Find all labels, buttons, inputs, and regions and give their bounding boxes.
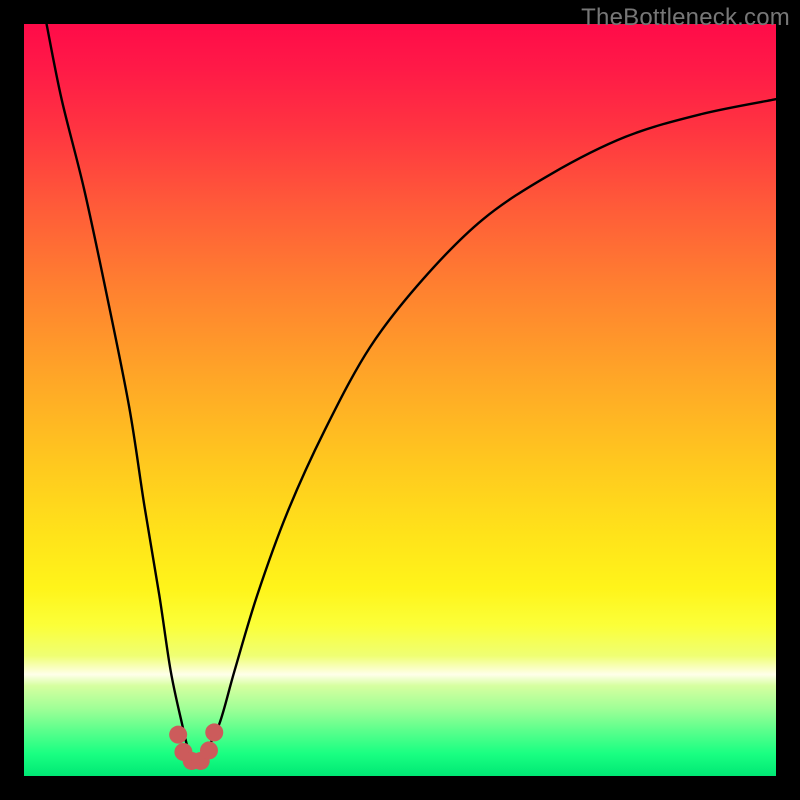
bottleneck-floor-dots	[169, 723, 223, 770]
marker-dot	[169, 726, 187, 744]
bottleneck-curve-path	[47, 24, 776, 761]
watermark-text: TheBottleneck.com	[581, 4, 790, 32]
bottleneck-chart	[24, 24, 776, 776]
marker-dot	[205, 723, 223, 741]
marker-dot	[200, 741, 218, 759]
